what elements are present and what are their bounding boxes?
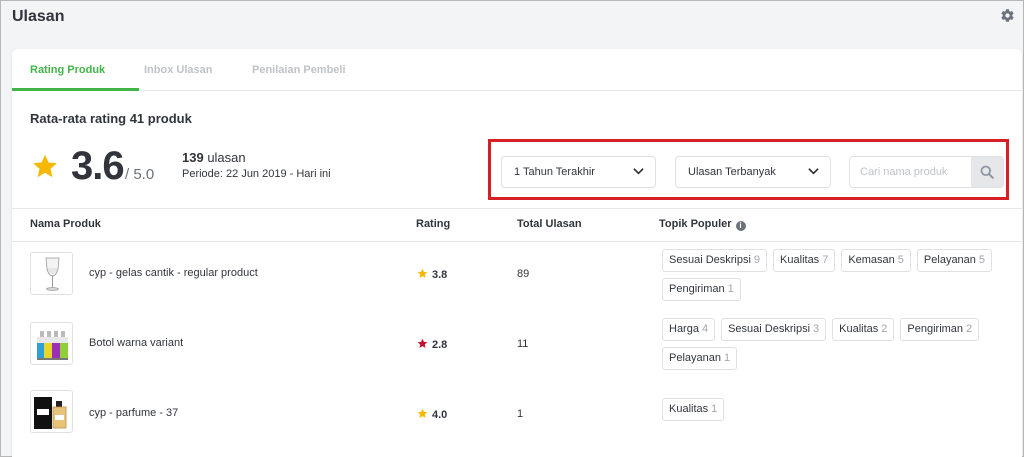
product-total-reviews: 11 bbox=[517, 338, 529, 350]
sort-dropdown-value: Ulasan Terbanyak bbox=[688, 166, 776, 178]
review-count-number: 139 bbox=[182, 150, 204, 165]
product-rating: 2.8 bbox=[417, 338, 447, 351]
rating-max: / 5.0 bbox=[125, 166, 155, 183]
topic-chip[interactable]: Pelayanan 1 bbox=[662, 347, 738, 370]
topic-label: Sesuai Deskripsi bbox=[728, 323, 811, 335]
sort-dropdown[interactable]: Ulasan Terbanyak bbox=[675, 156, 831, 188]
column-header-rating: Rating bbox=[416, 218, 451, 230]
column-header-name: Nama Produk bbox=[30, 218, 101, 230]
table-row[interactable]: cyp - gelas cantik - regular product 3.8… bbox=[12, 243, 1022, 313]
page-title: Ulasan bbox=[12, 8, 65, 25]
chevron-down-icon bbox=[808, 168, 819, 175]
review-card: Rating Produk Inbox Ulasan Penilaian Pem… bbox=[12, 49, 1022, 457]
active-tab-indicator bbox=[12, 88, 139, 91]
topic-list: Kualitas 1 bbox=[662, 398, 1007, 421]
app-frame: Ulasan Rating Produk Inbox Ulasan Penila… bbox=[0, 0, 1024, 457]
gear-icon[interactable] bbox=[1000, 8, 1015, 23]
product-thumbnail-colored-bottles[interactable] bbox=[30, 322, 73, 365]
review-period: Periode: 22 Jun 2019 - Hari ini bbox=[182, 168, 331, 180]
topic-count: 7 bbox=[822, 254, 829, 266]
topic-label: Pelayanan bbox=[669, 352, 721, 364]
topic-count: 1 bbox=[711, 403, 718, 415]
product-rating: 4.0 bbox=[417, 408, 447, 421]
product-name[interactable]: cyp - gelas cantik - regular product bbox=[89, 267, 258, 279]
topic-list: Harga 4 Sesuai Deskripsi 3 Kualitas 2 Pengi… bbox=[662, 318, 1007, 370]
topic-chip[interactable]: Pelayanan 5 bbox=[916, 249, 993, 272]
topic-label: Sesuai Deskripsi bbox=[669, 254, 751, 266]
topic-label: Kualitas bbox=[669, 403, 709, 415]
product-thumbnail-perfume[interactable] bbox=[30, 390, 73, 433]
column-header-topics: Topik Populer i bbox=[659, 218, 746, 231]
topic-label: Kualitas bbox=[780, 254, 820, 266]
topic-count: 1 bbox=[727, 283, 734, 295]
topic-count: 4 bbox=[701, 323, 709, 335]
wine-glass-icon bbox=[45, 257, 60, 291]
tab-inbox-ulasan[interactable]: Inbox Ulasan bbox=[144, 64, 212, 76]
star-icon bbox=[33, 154, 57, 178]
search-button[interactable] bbox=[971, 157, 1003, 187]
table-row[interactable]: cyp - parfume - 37 4.0 1 Kualitas 1 bbox=[12, 382, 1022, 452]
period-dropdown-value: 1 Tahun Terakhir bbox=[514, 166, 595, 178]
column-header-total: Total Ulasan bbox=[517, 218, 582, 230]
product-name[interactable]: Botol warna variant bbox=[89, 337, 183, 349]
topic-label: Harga bbox=[669, 323, 699, 335]
search-input[interactable] bbox=[850, 157, 972, 187]
bottles-icon bbox=[37, 331, 68, 360]
product-thumbnail-wine-glass[interactable] bbox=[30, 252, 73, 295]
table-header: Nama Produk Rating Total Ulasan Topik Po… bbox=[12, 208, 1022, 242]
topic-count: 2 bbox=[966, 323, 973, 335]
topic-chip[interactable]: Kualitas 2 bbox=[832, 318, 895, 341]
search-icon bbox=[980, 165, 994, 179]
topic-count: 2 bbox=[881, 323, 888, 335]
topic-chip[interactable]: Kemasan 5 bbox=[841, 249, 911, 272]
topic-label: Pengiriman bbox=[907, 323, 964, 335]
topic-chip[interactable]: Kualitas 7 bbox=[773, 249, 836, 272]
star-icon bbox=[417, 268, 428, 278]
product-rating-value: 2.8 bbox=[432, 339, 448, 351]
topic-chip[interactable]: Kualitas 1 bbox=[662, 398, 725, 421]
table-row[interactable]: Botol warna variant 2.8 11 Harga 4 Sesuai… bbox=[12, 313, 1022, 382]
info-icon[interactable]: i bbox=[735, 221, 746, 231]
product-rating-value: 3.8 bbox=[432, 269, 448, 281]
topic-count: 5 bbox=[978, 254, 986, 266]
topic-chip[interactable]: Sesuai Deskripsi 3 bbox=[721, 318, 827, 341]
tab-rating-produk[interactable]: Rating Produk bbox=[30, 64, 105, 76]
product-total-reviews: 1 bbox=[517, 408, 524, 420]
product-name[interactable]: cyp - parfume - 37 bbox=[89, 407, 178, 419]
topic-label: Kemasan bbox=[848, 254, 895, 266]
star-icon bbox=[417, 338, 428, 348]
summary-title: Rata-rata rating 41 produk bbox=[30, 111, 192, 126]
product-rating-value: 4.0 bbox=[432, 409, 448, 421]
column-header-topics-label: Topik Populer bbox=[659, 218, 732, 230]
topic-chip[interactable]: Pengiriman 2 bbox=[900, 318, 980, 341]
star-icon bbox=[417, 408, 428, 418]
period-dropdown[interactable]: 1 Tahun Terakhir bbox=[501, 156, 656, 188]
product-search bbox=[849, 156, 1004, 188]
chevron-down-icon bbox=[633, 168, 644, 175]
topic-count: 9 bbox=[753, 254, 761, 266]
topic-count: 3 bbox=[813, 323, 820, 335]
average-rating: 3.6 bbox=[71, 144, 125, 188]
review-count: 139 ulasan bbox=[182, 150, 246, 165]
topic-label: Pengiriman bbox=[669, 283, 725, 295]
tab-penilaian-pembeli[interactable]: Penilaian Pembeli bbox=[252, 64, 346, 76]
review-count-unit: ulasan bbox=[203, 150, 246, 165]
perfume-icon bbox=[34, 397, 67, 429]
topic-count: 1 bbox=[724, 352, 731, 364]
topic-chip[interactable]: Harga 4 bbox=[662, 318, 716, 341]
topic-chip[interactable]: Pengiriman 1 bbox=[662, 278, 741, 301]
product-total-reviews: 89 bbox=[517, 268, 530, 280]
topic-label: Pelayanan bbox=[923, 254, 976, 266]
product-rating: 3.8 bbox=[417, 268, 447, 281]
topic-label: Kualitas bbox=[839, 323, 879, 335]
topic-chip[interactable]: Sesuai Deskripsi 9 bbox=[662, 249, 768, 272]
tab-bar: Rating Produk Inbox Ulasan Penilaian Pem… bbox=[12, 49, 1022, 91]
topic-count: 5 bbox=[897, 254, 904, 266]
topic-list: Sesuai Deskripsi 9 Kualitas 7 Kemasan 5 Pel… bbox=[662, 249, 1007, 301]
